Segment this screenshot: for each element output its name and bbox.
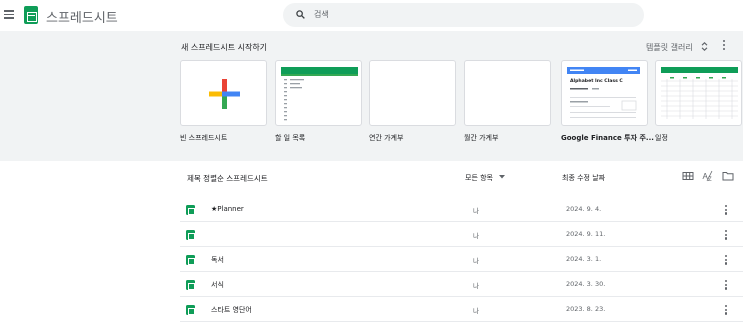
template-label: 연간 가계부 (369, 134, 404, 142)
template-label: 월간 가계부 (464, 134, 499, 142)
sort-az-icon[interactable]: A Z (702, 170, 714, 182)
file-name: ★Planner (211, 205, 244, 213)
finance-preview-title: Alphabet Inc Class C (570, 79, 623, 84)
template-thumbnail[interactable] (369, 60, 456, 126)
plus-icon (209, 79, 240, 109)
file-owner: 나 (473, 207, 479, 215)
template-thumbnail[interactable] (464, 60, 551, 126)
template-gallery-label: 템플릿 갤러리 (646, 43, 693, 52)
unfold-icon (701, 42, 708, 51)
file-row[interactable]: 나 2024. 9. 11. (180, 222, 743, 247)
search-box[interactable]: 검색 (283, 3, 644, 27)
more-options-icon[interactable] (724, 205, 728, 215)
file-owner: 나 (473, 257, 479, 265)
schedule-preview-icon (661, 67, 738, 119)
menu-icon[interactable] (4, 10, 14, 19)
file-name: 스타트 영단어 (211, 306, 252, 314)
sheets-logo-icon[interactable] (24, 6, 38, 24)
file-date: 2024. 3. 30. (566, 280, 606, 288)
file-row[interactable]: 서식 나 2024. 3. 30. (180, 272, 743, 297)
sheets-file-icon (186, 230, 195, 240)
more-options-icon[interactable] (724, 280, 728, 290)
file-date: 2024. 3. 1. (566, 255, 602, 263)
template-gallery: 새 스프레드시트 시작하기 템플릿 갤러리 빈 스프레드시트 할 일 목록 연간… (0, 31, 743, 161)
file-owner: 나 (473, 282, 479, 290)
todo-preview-icon (281, 67, 358, 121)
search-input[interactable]: 검색 (314, 9, 329, 20)
file-row[interactable]: 스타트 영단어 나 2023. 8. 23. (180, 297, 743, 322)
more-options-icon[interactable] (724, 255, 728, 265)
gallery-more-icon[interactable] (720, 40, 728, 52)
list-title: 제목 정렬순 스프레드시트 (187, 174, 268, 183)
app-header: 스프레드시트 검색 (0, 0, 743, 31)
template-thumbnail[interactable]: Alphabet Inc Class C (561, 60, 648, 126)
template-label: 일정 (655, 134, 668, 142)
file-row[interactable]: ★Planner 나 2024. 9. 4. (180, 197, 743, 222)
owner-filter-dropdown[interactable]: 모든 항목 (465, 173, 506, 183)
file-row[interactable]: 독서 나 2024. 3. 1. (180, 247, 743, 272)
file-date: 2024. 9. 4. (566, 205, 602, 213)
owner-filter-label: 모든 항목 (465, 174, 493, 182)
template-label: 할 일 목록 (275, 134, 306, 142)
last-modified-header[interactable]: 최종 수정 날짜 (562, 173, 605, 183)
template-thumbnail[interactable] (275, 60, 362, 126)
app-title[interactable]: 스프레드시트 (46, 7, 118, 26)
file-date: 2024. 9. 11. (566, 230, 606, 238)
file-name: 독서 (211, 256, 224, 264)
template-blank[interactable]: 빈 스프레드시트 (180, 60, 267, 143)
grid-view-icon[interactable] (682, 170, 694, 182)
template-thumbnail[interactable] (180, 60, 267, 126)
template-schedule[interactable]: 일정 (655, 60, 742, 143)
template-todo[interactable]: 할 일 목록 (275, 60, 362, 143)
sheets-file-icon (186, 255, 195, 265)
file-date: 2023. 8. 23. (566, 305, 606, 313)
search-icon (296, 10, 305, 19)
file-owner: 나 (473, 232, 479, 240)
sheets-file-icon (186, 280, 195, 290)
more-options-icon[interactable] (724, 305, 728, 315)
template-monthly-budget[interactable]: 월간 가계부 (464, 60, 551, 143)
more-options-icon[interactable] (724, 230, 728, 240)
template-finance[interactable]: Alphabet Inc Class C Google Finance 투자 주… (561, 60, 654, 143)
sheets-file-icon (186, 305, 195, 315)
dropdown-arrow-icon (499, 175, 506, 179)
folder-icon[interactable] (722, 170, 734, 182)
finance-preview-icon (567, 67, 640, 118)
template-label: 빈 스프레드시트 (180, 134, 228, 142)
file-owner: 나 (473, 307, 479, 315)
template-gallery-toggle[interactable]: 템플릿 갤러리 (646, 42, 708, 53)
gallery-title: 새 스프레드시트 시작하기 (181, 43, 268, 52)
template-annual-budget[interactable]: 연간 가계부 (369, 60, 456, 143)
sheets-file-icon (186, 205, 195, 215)
file-name: 서식 (211, 281, 224, 289)
template-thumbnail[interactable] (655, 60, 742, 126)
template-label: Google Finance 투자 주... (561, 134, 654, 142)
file-list-header: 제목 정렬순 스프레드시트 모든 항목 최종 수정 날짜 A Z (0, 161, 743, 197)
